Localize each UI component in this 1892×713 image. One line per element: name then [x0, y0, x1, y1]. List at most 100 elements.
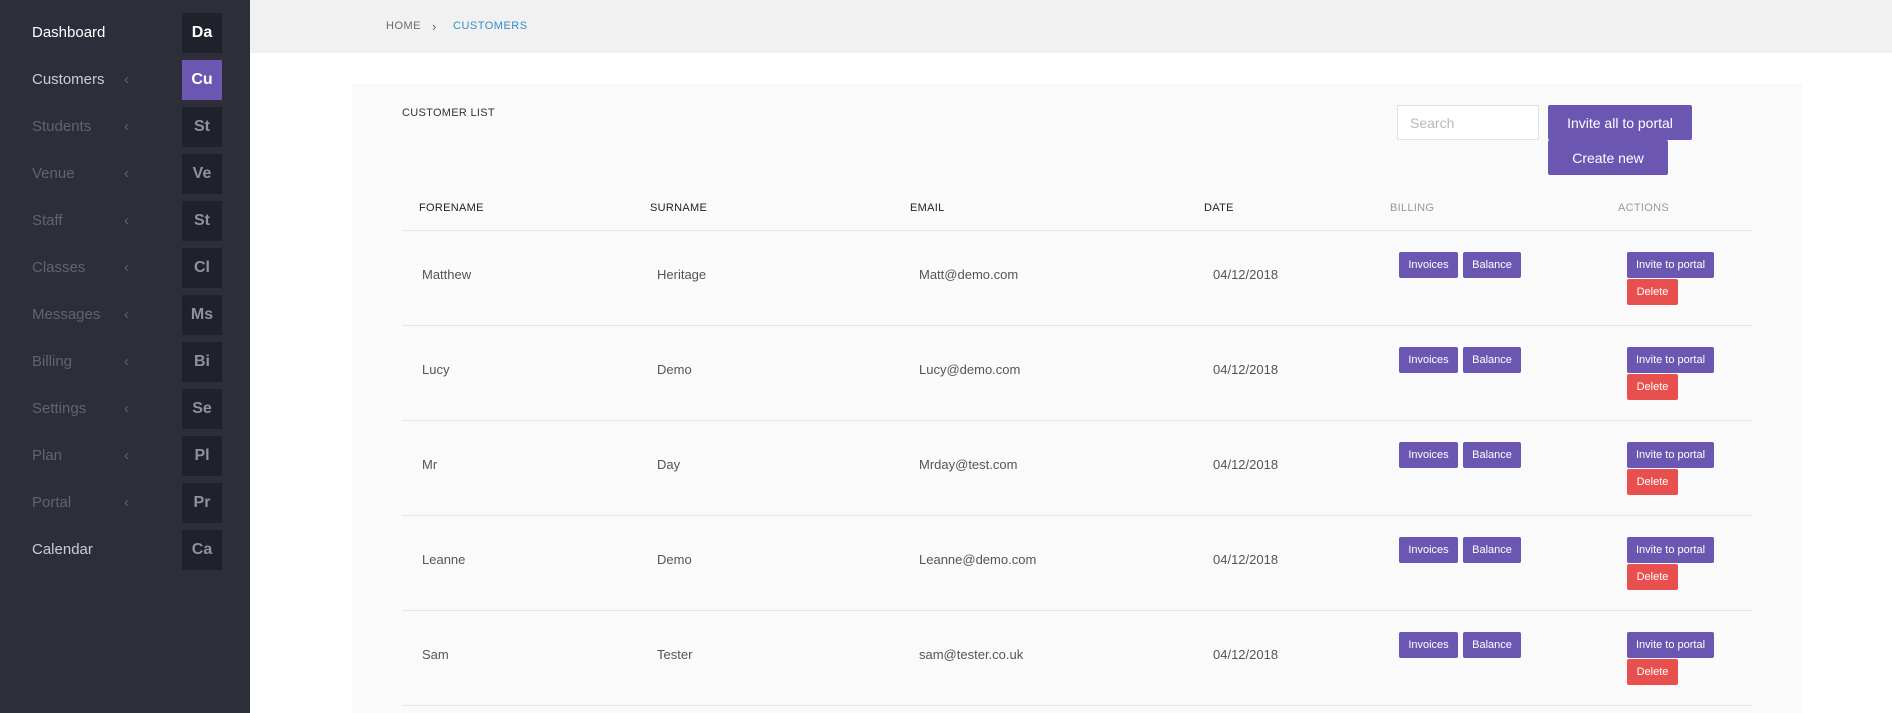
invite-to-portal-button[interactable]: Invite to portal	[1627, 252, 1714, 278]
sidebar-item-label: Settings	[32, 400, 87, 417]
sidebar-item-billing[interactable]: Billing ‹ Bi	[0, 338, 250, 385]
customer-list-card: CUSTOMER LIST Invite all to portal Creat…	[352, 84, 1802, 713]
invite-to-portal-button[interactable]: Invite to portal	[1627, 442, 1714, 468]
delete-button[interactable]: Delete	[1627, 279, 1678, 305]
chevron-left-icon: ‹	[124, 259, 129, 276]
chevron-left-icon: ‹	[124, 306, 129, 323]
cell-surname: Demo	[657, 552, 692, 567]
cell-surname: Demo	[657, 362, 692, 377]
main-content: CUSTOMER LIST Invite all to portal Creat…	[250, 53, 1892, 713]
cell-email: Lucy@demo.com	[919, 362, 1021, 377]
sidebar-item-badge: Ve	[182, 154, 222, 194]
sidebar-item-label: Plan	[32, 447, 63, 464]
cell-date: 04/12/2018	[1213, 552, 1279, 567]
invite-to-portal-button[interactable]: Invite to portal	[1627, 632, 1714, 658]
sidebar-item-label: Messages	[32, 306, 101, 323]
chevron-left-icon: ‹	[124, 165, 129, 182]
sidebar-item-label: Students	[32, 118, 92, 135]
cell-email: Matt@demo.com	[919, 267, 1019, 282]
table-row: Mr Day Mrday@test.com 04/12/2018 Invoice…	[402, 421, 1752, 516]
column-header-actions: ACTIONS	[1618, 202, 1669, 214]
sidebar-item-classes[interactable]: Classes ‹ Cl	[0, 244, 250, 291]
breadcrumb-current: CUSTOMERS	[453, 20, 528, 32]
column-header-billing: BILLING	[1390, 202, 1435, 214]
sidebar-item-badge: St	[182, 201, 222, 241]
column-header-email: EMAIL	[910, 202, 945, 214]
sidebar-item-label: Customers	[32, 71, 105, 88]
table-row: Matthew Heritage Matt@demo.com 04/12/201…	[402, 231, 1752, 326]
chevron-right-icon: ›	[432, 19, 437, 34]
sidebar-item-venue[interactable]: Venue ‹ Ve	[0, 150, 250, 197]
cell-email: Leanne@demo.com	[919, 552, 1037, 567]
cell-email: sam@tester.co.uk	[919, 647, 1024, 662]
sidebar-item-badge: Pl	[182, 436, 222, 476]
column-header-forename: FORENAME	[419, 202, 484, 214]
table-row: Lucy Demo Lucy@demo.com 04/12/2018 Invoi…	[402, 326, 1752, 421]
create-new-button[interactable]: Create new	[1548, 140, 1668, 175]
sidebar-item-badge: Cl	[182, 248, 222, 288]
sidebar-item-staff[interactable]: Staff ‹ St	[0, 197, 250, 244]
invoices-button[interactable]: Invoices	[1399, 537, 1458, 563]
sidebar-item-calendar[interactable]: Calendar Ca	[0, 526, 250, 573]
page-title: CUSTOMER LIST	[402, 107, 495, 119]
column-header-date: DATE	[1204, 202, 1234, 214]
cell-surname: Heritage	[657, 267, 707, 282]
delete-button[interactable]: Delete	[1627, 564, 1678, 590]
invoices-button[interactable]: Invoices	[1399, 252, 1458, 278]
balance-button[interactable]: Balance	[1463, 537, 1521, 563]
sidebar-item-label: Calendar	[32, 541, 93, 558]
invite-all-button[interactable]: Invite all to portal	[1548, 105, 1692, 140]
sidebar-item-settings[interactable]: Settings ‹ Se	[0, 385, 250, 432]
sidebar-item-badge: St	[182, 107, 222, 147]
cell-forename: Leanne	[422, 552, 466, 567]
sidebar-item-messages[interactable]: Messages ‹ Ms	[0, 291, 250, 338]
sidebar-item-plan[interactable]: Plan ‹ Pl	[0, 432, 250, 479]
invoices-button[interactable]: Invoices	[1399, 347, 1458, 373]
sidebar-item-label: Staff	[32, 212, 63, 229]
balance-button[interactable]: Balance	[1463, 347, 1521, 373]
delete-button[interactable]: Delete	[1627, 374, 1678, 400]
invite-to-portal-button[interactable]: Invite to portal	[1627, 347, 1714, 373]
sidebar-item-dashboard[interactable]: Dashboard Da	[0, 9, 250, 56]
delete-button[interactable]: Delete	[1627, 469, 1678, 495]
breadcrumb-bar: HOME › CUSTOMERS	[250, 0, 1892, 53]
sidebar-item-badge: Ca	[182, 530, 222, 570]
chevron-left-icon: ‹	[124, 494, 129, 511]
table-row: Leanne Demo Leanne@demo.com 04/12/2018 I…	[402, 516, 1752, 611]
balance-button[interactable]: Balance	[1463, 632, 1521, 658]
breadcrumb-home[interactable]: HOME	[386, 0, 421, 53]
sidebar-item-students[interactable]: Students ‹ St	[0, 103, 250, 150]
sidebar-item-label: Venue	[32, 165, 75, 182]
balance-button[interactable]: Balance	[1463, 442, 1521, 468]
invite-to-portal-button[interactable]: Invite to portal	[1627, 537, 1714, 563]
cell-date: 04/12/2018	[1213, 457, 1279, 472]
table-row: Sam Tester sam@tester.co.uk 04/12/2018 I…	[402, 611, 1752, 706]
sidebar-item-badge: Se	[182, 389, 222, 429]
cell-forename: Matthew	[422, 267, 472, 282]
sidebar-item-customers[interactable]: Customers ‹ Cu	[0, 56, 250, 103]
sidebar-item-badge: Pr	[182, 483, 222, 523]
sidebar-item-label: Dashboard	[32, 24, 106, 41]
cell-forename: Mr	[422, 457, 438, 472]
sidebar-item-label: Classes	[32, 259, 86, 276]
chevron-left-icon: ‹	[124, 71, 129, 88]
chevron-left-icon: ‹	[124, 400, 129, 417]
balance-button[interactable]: Balance	[1463, 252, 1521, 278]
delete-button[interactable]: Delete	[1627, 659, 1678, 685]
invoices-button[interactable]: Invoices	[1399, 442, 1458, 468]
sidebar-item-badge: Ms	[182, 295, 222, 335]
cell-surname: Day	[657, 457, 681, 472]
sidebar-item-badge: Cu	[182, 60, 222, 100]
sidebar: Dashboard Da Customers ‹ Cu Students ‹ S…	[0, 0, 250, 713]
cell-forename: Sam	[422, 647, 449, 662]
cell-date: 04/12/2018	[1213, 267, 1279, 282]
sidebar-item-badge: Bi	[182, 342, 222, 382]
sidebar-item-badge: Da	[182, 13, 222, 53]
sidebar-item-label: Billing	[32, 353, 73, 370]
chevron-left-icon: ‹	[124, 118, 129, 135]
cell-date: 04/12/2018	[1213, 362, 1279, 377]
chevron-left-icon: ‹	[124, 447, 129, 464]
search-input[interactable]	[1397, 105, 1539, 140]
sidebar-item-portal[interactable]: Portal ‹ Pr	[0, 479, 250, 526]
invoices-button[interactable]: Invoices	[1399, 632, 1458, 658]
